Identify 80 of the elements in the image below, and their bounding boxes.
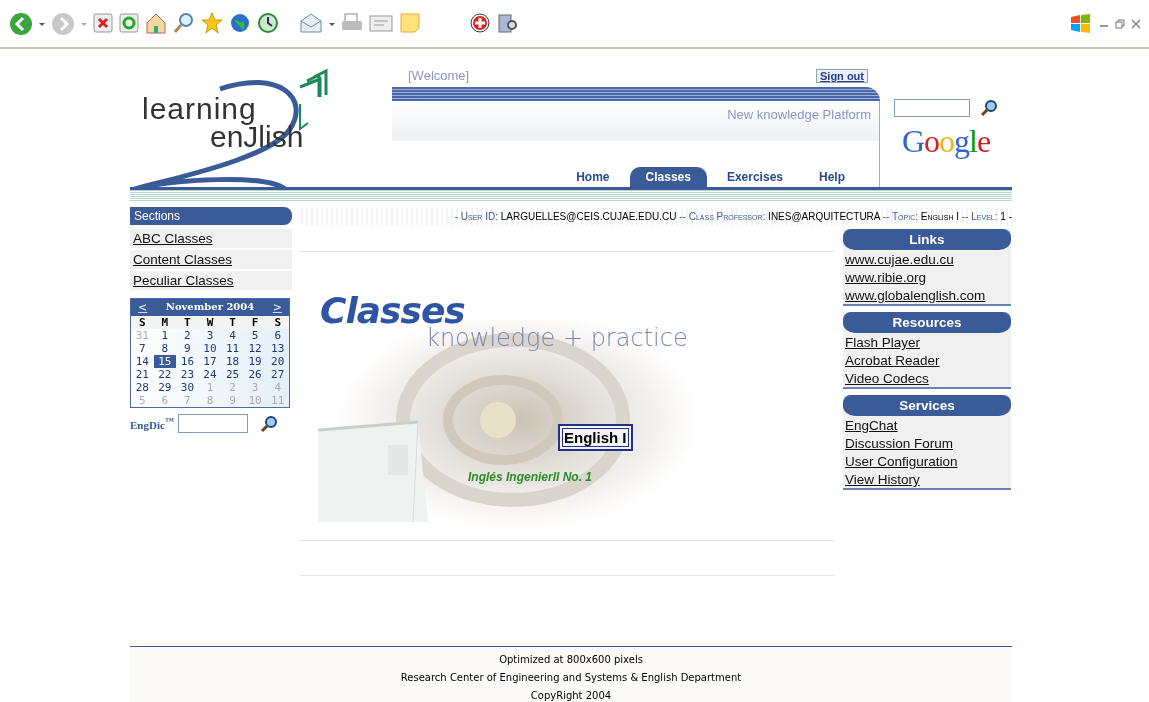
panel-header: Links — [843, 229, 1011, 250]
tagline: New knowledge Platform — [727, 107, 871, 122]
calendar-day[interactable]: 10 — [198, 342, 222, 355]
calendar-day[interactable]: 2 — [176, 329, 199, 342]
panel-header: Services — [843, 395, 1011, 416]
search-icon[interactable] — [980, 99, 998, 117]
calendar-day[interactable]: 19 — [243, 355, 267, 368]
calendar-day[interactable]: 4 — [221, 329, 244, 342]
weekday-label: T — [176, 316, 199, 329]
calendar-day[interactable]: 18 — [221, 355, 244, 368]
restore-icon[interactable] — [1115, 16, 1125, 31]
footer-text: Research Center of Engineering and Systems & English Department — [400, 671, 742, 685]
calendar-day[interactable]: 11 — [221, 342, 244, 355]
weekday-label: M — [153, 316, 177, 329]
calendar-day[interactable]: 14 — [131, 355, 154, 368]
nav-tab[interactable]: Exercises — [710, 167, 799, 187]
calendar-day[interactable]: 9 — [176, 342, 199, 355]
calendar-day[interactable]: 20 — [266, 355, 289, 368]
calendar-day[interactable]: 16 — [176, 355, 199, 368]
section-link[interactable]: Content Classes — [130, 250, 292, 269]
weekday-label: W — [198, 316, 222, 329]
footer-text: Optimized at 800x600 pixels — [499, 653, 643, 667]
sidebar-link[interactable]: View History — [843, 470, 1011, 488]
panel-header: Resources — [843, 312, 1011, 333]
welcome-text: [Welcome] — [407, 68, 470, 83]
search-field[interactable] — [894, 99, 970, 117]
calendar-day[interactable]: 22 — [153, 368, 177, 381]
weekday-label: S — [131, 316, 154, 329]
previous-month-link[interactable]: < — [135, 301, 151, 314]
weekday-label: T — [221, 316, 244, 329]
sign-out-link[interactable]: Sign out — [816, 69, 868, 83]
calendar-day[interactable]: 13 — [266, 342, 289, 355]
calendar-day[interactable]: 29 — [153, 381, 177, 394]
footer-text: CopyRight 2004 — [530, 689, 612, 702]
calendar-day[interactable]: 1 — [153, 329, 177, 342]
calendar-day[interactable]: 8 — [153, 342, 177, 355]
calendar-day[interactable]: 6 — [266, 329, 289, 342]
sidebar-link[interactable]: Video Codecs — [843, 369, 1011, 387]
course-name: Inglés Ingenierll No. 1 — [468, 470, 593, 484]
calendar-day[interactable]: 7 — [131, 342, 154, 355]
sections-header: Sections — [130, 207, 292, 225]
calendar-day[interactable]: 27 — [266, 368, 289, 381]
calendar-title: November 2004 — [165, 301, 255, 314]
back-icon[interactable] — [8, 10, 34, 37]
section-link[interactable]: ABC Classes — [130, 229, 292, 248]
nav-tab[interactable]: Home — [560, 167, 626, 187]
dictionary-field[interactable] — [178, 414, 248, 433]
weekday-label: S — [266, 316, 289, 329]
dictionary-label: EngDic$^{™}$ — [130, 416, 174, 431]
google-logo: Google — [901, 125, 991, 157]
weekday-label: F — [243, 316, 267, 329]
calendar-day[interactable]: 26 — [243, 368, 267, 381]
nav-tab[interactable]: Classes — [629, 167, 707, 187]
calendar-day[interactable]: 30 — [176, 381, 199, 394]
sidebar-link[interactable]: www.cujae.edu.cu — [843, 250, 1011, 268]
sidebar-link[interactable]: Discussion Forum — [843, 434, 1011, 452]
calendar-day[interactable]: 25 — [221, 368, 244, 381]
calendar-day[interactable]: 24 — [198, 368, 222, 381]
sidebar-link[interactable]: www.globalenglish.com — [843, 286, 1011, 304]
search-icon[interactable] — [260, 414, 278, 433]
calendar-day[interactable]: 21 — [131, 368, 154, 381]
calendar-day[interactable]: 3 — [198, 329, 222, 342]
star-icon[interactable] — [200, 10, 224, 37]
calendar-day[interactable]: 12 — [243, 342, 267, 355]
sidebar-link[interactable]: Acrobat Reader — [843, 351, 1011, 369]
course-button[interactable]: English I — [558, 424, 633, 451]
logo-text: learning — [142, 95, 258, 123]
section-link[interactable]: Peculiar Classes — [130, 271, 292, 290]
calendar-day[interactable]: 23 — [176, 368, 199, 381]
sidebar-link[interactable]: User Configuration — [843, 452, 1011, 470]
calendar-day[interactable]: 17 — [198, 355, 222, 368]
sidebar-link[interactable]: Flash Player — [843, 333, 1011, 351]
next-month-link[interactable]: > — [269, 301, 285, 314]
calendar-day[interactable]: 5 — [243, 329, 267, 342]
sidebar-link[interactable]: EngChat — [843, 416, 1011, 434]
sidebar-link[interactable]: www.ribie.org — [843, 268, 1011, 286]
calendar-day[interactable]: 15 — [153, 355, 177, 368]
windows-logo-icon — [1069, 11, 1093, 36]
nav-tab[interactable]: Help — [803, 167, 861, 187]
calendar-day[interactable]: 28 — [131, 381, 154, 394]
